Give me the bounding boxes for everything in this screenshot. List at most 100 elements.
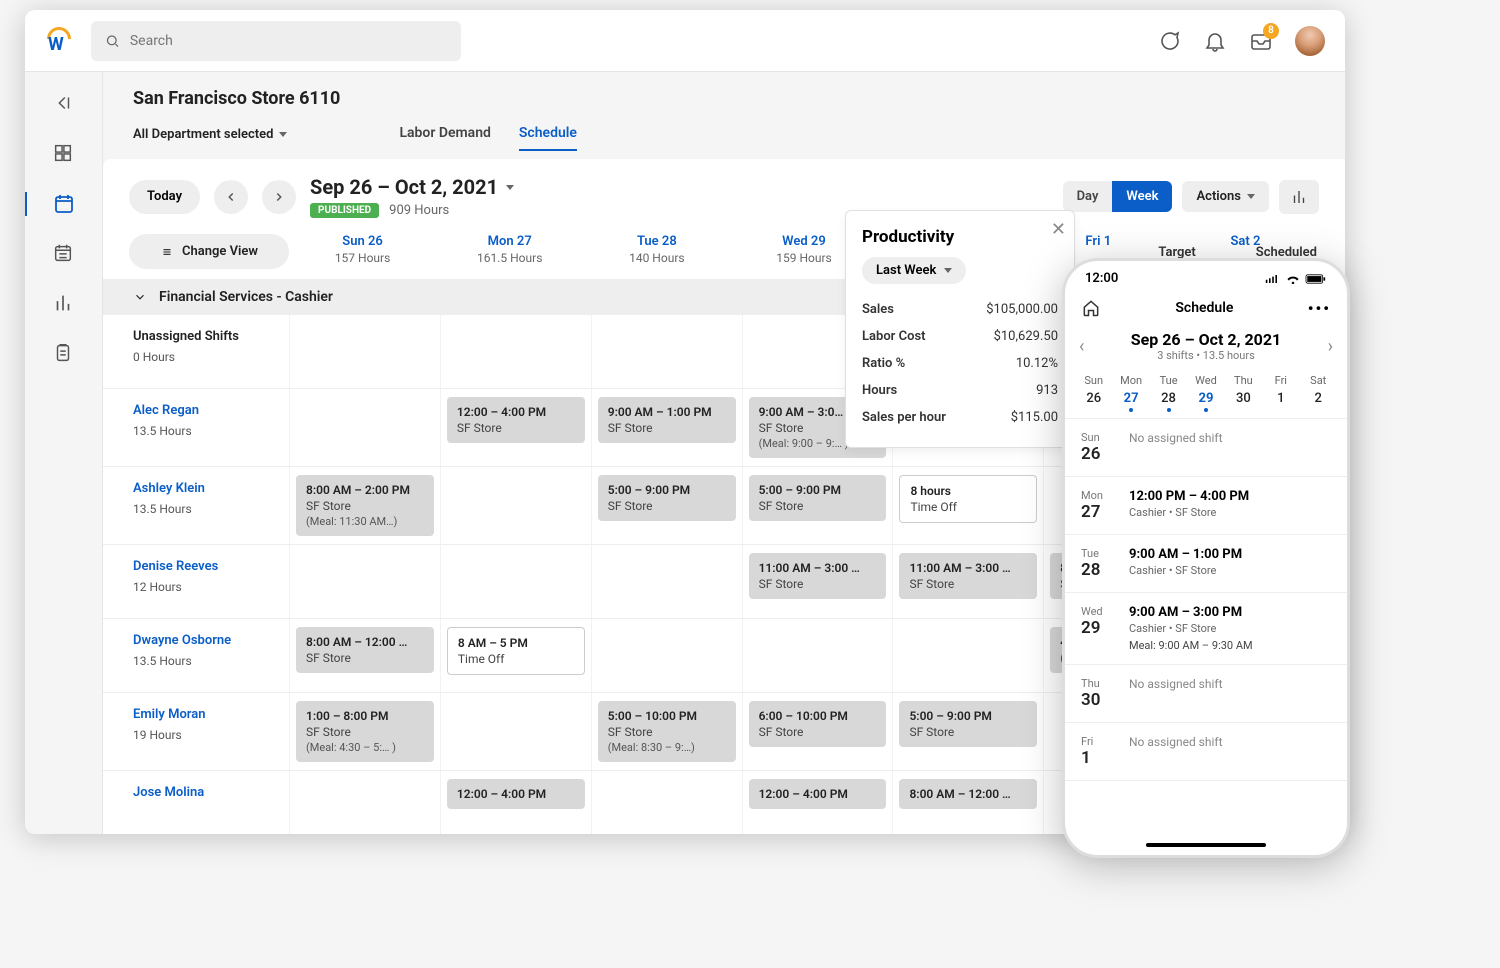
schedule-cell[interactable] xyxy=(591,545,742,618)
shift-block[interactable]: 6:00 – 10:00 PMSF Store xyxy=(749,701,887,747)
phone-menu-icon[interactable]: ••• xyxy=(1308,299,1331,318)
shift-block[interactable]: 5:00 – 9:00 PMSF Store xyxy=(598,475,736,521)
department-selector[interactable]: All Department selected xyxy=(133,127,287,142)
actions-button[interactable]: Actions xyxy=(1182,181,1269,212)
shift-block[interactable]: 5:00 – 9:00 PMSF Store xyxy=(749,475,887,521)
avatar[interactable] xyxy=(1295,26,1325,56)
view-week-button[interactable]: Week xyxy=(1112,181,1172,212)
schedule-cell[interactable]: 5:00 – 9:00 PMSF Store xyxy=(892,693,1043,770)
schedule-cell[interactable]: 8:00 AM – 12:00 …SF Store xyxy=(289,619,440,692)
search-input[interactable] xyxy=(130,33,447,49)
phone-prev-button[interactable]: ‹ xyxy=(1079,336,1084,357)
schedule-cell[interactable]: 5:00 – 9:00 PMSF Store xyxy=(742,467,893,544)
analytics-icon[interactable] xyxy=(52,292,76,316)
shift-block[interactable]: 11:00 AM – 3:00 …SF Store xyxy=(899,553,1037,599)
phone-day[interactable]: Wed29 xyxy=(1187,374,1224,412)
phone-day[interactable]: Sat2 xyxy=(1300,374,1337,412)
timeoff-block[interactable]: 8 hoursTime Off xyxy=(899,475,1037,523)
schedule-cell[interactable]: 8:00 AM – 2:00 PMSF Store(Meal: 11:30 AM… xyxy=(289,467,440,544)
shift-block[interactable]: 12:00 – 4:00 PM xyxy=(447,779,585,809)
collapse-icon[interactable] xyxy=(52,92,76,116)
phone-day[interactable]: Tue28 xyxy=(1150,374,1187,412)
phone-next-button[interactable]: › xyxy=(1328,336,1333,357)
close-icon[interactable]: ✕ xyxy=(1051,219,1066,240)
schedule-cell[interactable] xyxy=(440,315,591,388)
dashboard-icon[interactable] xyxy=(52,142,76,166)
phone-day[interactable]: Mon27 xyxy=(1112,374,1149,412)
bell-icon[interactable] xyxy=(1203,29,1227,53)
date-range-selector[interactable]: Sep 26 – Oct 2, 2021 PUBLISHED 909 Hours xyxy=(310,175,514,218)
view-day-button[interactable]: Day xyxy=(1063,181,1113,212)
schedule-cell[interactable]: 9:00 AM – 1:00 PMSF Store xyxy=(591,389,742,466)
prev-button[interactable] xyxy=(214,180,248,214)
phone-date-range[interactable]: Sep 26 – Oct 2, 2021 3 shifts • 13.5 hou… xyxy=(1131,330,1281,362)
phone-day[interactable]: Fri1 xyxy=(1262,374,1299,412)
schedule-cell[interactable] xyxy=(742,619,893,692)
shift-block[interactable]: 9:00 AM – 1:00 PMSF Store xyxy=(598,397,736,443)
timeoff-block[interactable]: 8 AM – 5 PMTime Off xyxy=(447,627,585,675)
schedule-cell[interactable]: 1:00 – 8:00 PMSF Store(Meal: 4:30 – 5:… … xyxy=(289,693,440,770)
schedule-cell[interactable]: 12:00 – 4:00 PM xyxy=(440,771,591,834)
day-header[interactable]: Mon 27161.5 Hours xyxy=(436,234,583,265)
phone-shift-row[interactable]: Sun26No assigned shift xyxy=(1065,419,1347,477)
schedule-cell[interactable]: 12:00 – 4:00 PMSF Store xyxy=(440,389,591,466)
employee-name[interactable]: Jose Molina xyxy=(133,785,289,800)
day-header[interactable]: Sun 26157 Hours xyxy=(289,234,436,265)
schedule-cell[interactable] xyxy=(289,315,440,388)
schedule-cell[interactable]: 8 AM – 5 PMTime Off xyxy=(440,619,591,692)
schedule-cell[interactable]: 8 hoursTime Off xyxy=(892,467,1043,544)
next-button[interactable] xyxy=(262,180,296,214)
tab-schedule[interactable]: Schedule xyxy=(519,117,577,151)
schedule-cell[interactable] xyxy=(440,467,591,544)
schedule-cell[interactable]: 8:00 AM – 12:00 … xyxy=(892,771,1043,834)
employee-name[interactable]: Dwayne Osborne xyxy=(133,633,289,648)
schedule-cell[interactable]: 5:00 – 10:00 PMSF Store(Meal: 8:30 – 9:…… xyxy=(591,693,742,770)
schedule-cell[interactable] xyxy=(440,545,591,618)
schedule-cell[interactable]: 5:00 – 9:00 PMSF Store xyxy=(591,467,742,544)
inbox-icon[interactable]: 8 xyxy=(1249,29,1273,53)
clipboard-icon[interactable] xyxy=(52,342,76,366)
shift-block[interactable]: 5:00 – 10:00 PMSF Store(Meal: 8:30 – 9:…… xyxy=(598,701,736,762)
shift-block[interactable]: 12:00 – 4:00 PM xyxy=(749,779,887,809)
schedule-cell[interactable]: 11:00 AM – 3:00 …SF Store xyxy=(892,545,1043,618)
calendar-icon[interactable] xyxy=(52,192,76,216)
change-view-button[interactable]: Change View xyxy=(129,234,289,269)
schedule-cell[interactable] xyxy=(591,315,742,388)
phone-shift-row[interactable]: Thu30No assigned shift xyxy=(1065,665,1347,723)
phone-shift-row[interactable]: Tue289:00 AM – 1:00 PMCashier • SF Store xyxy=(1065,535,1347,593)
shift-block[interactable]: 11:00 AM – 3:00 …SF Store xyxy=(749,553,887,599)
phone-shift-row[interactable]: Mon2712:00 PM – 4:00 PMCashier • SF Stor… xyxy=(1065,477,1347,535)
employee-name[interactable]: Ashley Klein xyxy=(133,481,289,496)
phone-day[interactable]: Sun26 xyxy=(1075,374,1112,412)
phone-day[interactable]: Thu30 xyxy=(1225,374,1262,412)
calendar-week-icon[interactable] xyxy=(52,242,76,266)
period-selector[interactable]: Last Week xyxy=(862,257,966,284)
chat-icon[interactable] xyxy=(1157,29,1181,53)
tab-labor-demand[interactable]: Labor Demand xyxy=(399,117,490,151)
schedule-cell[interactable] xyxy=(591,771,742,834)
workday-logo[interactable]: W xyxy=(45,27,73,55)
employee-name[interactable]: Emily Moran xyxy=(133,707,289,722)
employee-name[interactable]: Alec Regan xyxy=(133,403,289,418)
shift-block[interactable]: 1:00 – 8:00 PMSF Store(Meal: 4:30 – 5:… … xyxy=(296,701,434,762)
home-icon[interactable] xyxy=(1081,298,1101,318)
shift-block[interactable]: 12:00 – 4:00 PMSF Store xyxy=(447,397,585,443)
shift-block[interactable]: 8:00 AM – 12:00 …SF Store xyxy=(296,627,434,673)
schedule-cell[interactable] xyxy=(591,619,742,692)
search-box[interactable] xyxy=(91,21,461,61)
phone-shift-row[interactable]: Wed299:00 AM – 3:00 PMCashier • SF Store… xyxy=(1065,593,1347,665)
shift-block[interactable]: 5:00 – 9:00 PMSF Store xyxy=(899,701,1037,747)
employee-name[interactable]: Denise Reeves xyxy=(133,559,289,574)
schedule-cell[interactable]: 11:00 AM – 3:00 …SF Store xyxy=(742,545,893,618)
schedule-cell[interactable] xyxy=(289,545,440,618)
shift-block[interactable]: 8:00 AM – 2:00 PMSF Store(Meal: 11:30 AM… xyxy=(296,475,434,536)
schedule-cell[interactable] xyxy=(289,771,440,834)
schedule-cell[interactable]: 6:00 – 10:00 PMSF Store xyxy=(742,693,893,770)
phone-shift-row[interactable]: Fri1No assigned shift xyxy=(1065,723,1347,781)
schedule-cell[interactable] xyxy=(892,619,1043,692)
today-button[interactable]: Today xyxy=(129,180,200,214)
shift-block[interactable]: 8:00 AM – 12:00 … xyxy=(899,779,1037,809)
schedule-cell[interactable]: 12:00 – 4:00 PM xyxy=(742,771,893,834)
schedule-cell[interactable] xyxy=(289,389,440,466)
schedule-cell[interactable] xyxy=(440,693,591,770)
